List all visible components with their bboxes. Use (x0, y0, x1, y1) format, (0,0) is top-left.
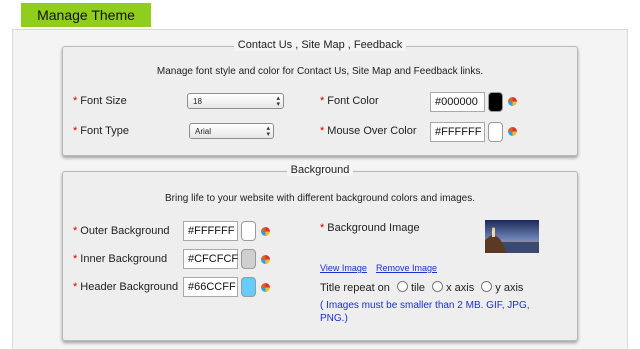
view-image-link[interactable]: View Image (320, 263, 367, 273)
manage-theme-tab[interactable]: Manage Theme (21, 3, 151, 27)
outer-background-label: * Outer Background (73, 225, 170, 237)
font-color-label: * Font Color (320, 95, 379, 107)
font-color-input[interactable]: #000000 (430, 92, 485, 112)
title-repeat-group: Title repeat on tile x axis y axis (320, 281, 523, 294)
mouse-over-color-input[interactable]: #FFFFFF (430, 122, 485, 142)
font-size-select[interactable]: 18 ▴ ▾ (187, 93, 284, 109)
inner-background-label: * Inner Background (73, 253, 168, 265)
font-type-select[interactable]: Arial ▴ ▾ (189, 123, 274, 139)
font-type-label: * Font Type (73, 125, 129, 137)
inner-background-input[interactable]: #CFCFCF (183, 249, 238, 269)
up-down-arrow-icon: ▴ ▾ (266, 125, 270, 138)
header-background-input[interactable]: #66CCFF (183, 277, 238, 297)
color-wheel-icon[interactable] (261, 283, 270, 292)
radio-tile[interactable] (396, 281, 408, 292)
color-wheel-icon[interactable] (261, 255, 270, 264)
background-description: Bring life to your website with differen… (165, 193, 475, 204)
header-background-swatch[interactable] (241, 277, 256, 297)
mouse-over-color-swatch[interactable] (488, 122, 503, 142)
color-wheel-icon[interactable] (508, 127, 517, 136)
radio-y-axis-label: y axis (495, 282, 524, 294)
image-size-note: ( Images must be smaller than 2 MB. GIF,… (320, 300, 530, 324)
background-panel-title: Background (63, 164, 577, 176)
radio-x-axis[interactable] (432, 281, 444, 292)
inner-background-swatch[interactable] (241, 249, 256, 269)
mouse-over-color-label: * Mouse Over Color (320, 125, 417, 137)
radio-tile-label: tile (410, 282, 426, 294)
color-wheel-icon[interactable] (261, 227, 270, 236)
remove-image-link[interactable]: Remove Image (376, 263, 437, 273)
header-background-label: * Header Background (73, 281, 179, 293)
radio-y-axis[interactable] (481, 281, 493, 292)
font-size-label: * Font Size (73, 95, 127, 107)
contact-links-panel: Contact Us , Site Map , Feedback Manage … (62, 39, 578, 156)
contact-links-panel-title: Contact Us , Site Map , Feedback (63, 39, 577, 51)
contact-links-description: Manage font style and color for Contact … (156, 66, 484, 77)
title-repeat-label: Title repeat on (320, 282, 390, 294)
outer-background-swatch[interactable] (241, 221, 256, 241)
font-color-swatch[interactable] (488, 92, 503, 112)
outer-background-input[interactable]: #FFFFFF (183, 221, 238, 241)
radio-x-axis-label: x axis (446, 282, 475, 294)
background-image-label: * Background Image (320, 222, 420, 234)
background-panel: Background Bring life to your website wi… (62, 164, 578, 341)
up-down-arrow-icon: ▴ ▾ (276, 95, 280, 108)
color-wheel-icon[interactable] (508, 97, 517, 106)
background-image-thumbnail (485, 220, 539, 253)
